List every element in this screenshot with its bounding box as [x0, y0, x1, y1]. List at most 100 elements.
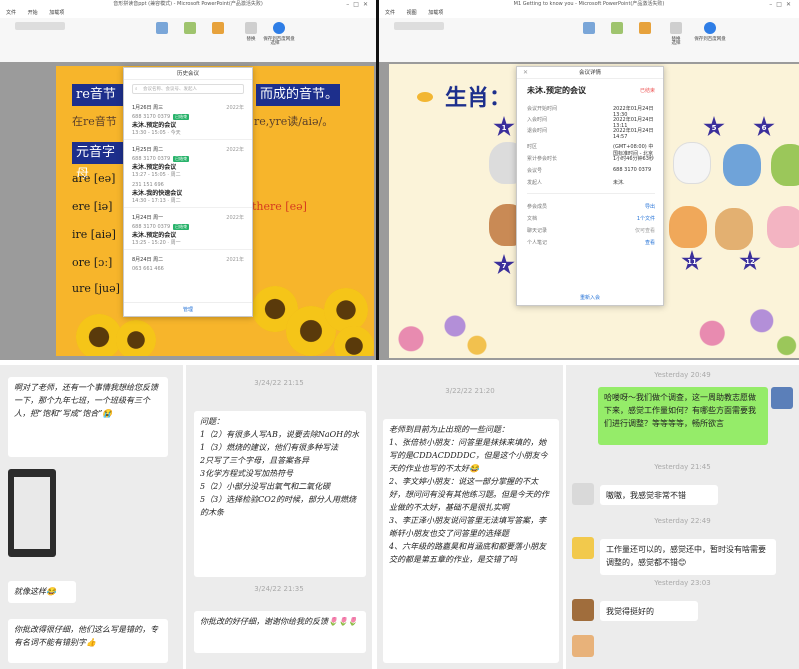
meeting-item[interactable]: 063 661 466 — [132, 266, 244, 272]
star-icon[interactable]: 5 — [703, 116, 725, 137]
meeting-item[interactable]: 688 3170 0379 已结束 未沐.预定的会议 13:25 - 15:20 … — [132, 224, 244, 246]
rabbit-image — [673, 142, 711, 184]
pig-image — [767, 206, 799, 248]
star-icon[interactable]: 6 — [753, 116, 775, 137]
phonics-row: ere [iə] — [72, 200, 113, 213]
detail-row: 会议号 688 3170 0379 — [527, 167, 652, 174]
timestamp: Yesterday 23:03 — [654, 579, 711, 587]
phonics-row: are [eə] — [72, 172, 116, 185]
message-bubble: 我觉得挺好的 — [600, 601, 698, 621]
right-ppt-window: M1 Getting to know you - Microsoft Power… — [379, 0, 799, 360]
star-icon[interactable]: 7 — [493, 254, 515, 275]
ribbon-tabs: 文件 开始 加载项 — [0, 9, 376, 18]
slide-title: 生肖： — [445, 86, 512, 111]
tab-view[interactable]: 视图 — [407, 10, 417, 16]
avatar[interactable] — [572, 483, 594, 505]
ribbon-tools: 替换 选择 保存到百度网盘 — [379, 18, 799, 62]
meeting-item[interactable]: 231 151 696 未沐.我的快速会议 14:30 - 17:13 · 周二 — [132, 182, 244, 204]
detail-row: 会议开始时间 2022年01月24日 13:30 — [527, 106, 654, 118]
ribbon-tabs: 文件 视图 加载项 — [379, 9, 799, 18]
detail-row: 时区 (GMT+08:00) 中国标准时间 - 北京 — [527, 144, 654, 157]
sunflower-image — [334, 326, 374, 356]
baidu-save-button[interactable]: 保存到百度网盘 — [693, 22, 727, 56]
star-icon[interactable]: 1 — [493, 116, 515, 137]
detail-row: 入会时间 2022年01月24日 13:11 — [527, 117, 654, 129]
dog-image — [715, 208, 753, 250]
star-icon[interactable]: 12 — [739, 250, 761, 271]
close-icon[interactable]: ✕ — [523, 69, 528, 76]
rejoin-button[interactable]: 重新入会 — [517, 294, 663, 301]
star-icon[interactable]: 11 — [681, 250, 703, 271]
font-group[interactable] — [389, 22, 449, 56]
window-controls[interactable]: –□✕ — [769, 0, 795, 9]
tab-file[interactable]: 文件 — [6, 10, 16, 16]
quick-styles-button[interactable] — [206, 22, 230, 56]
bee-icon — [417, 92, 433, 102]
history-date-group: 1月24日 周一 2022年 688 3170 0379 已结束 未沐.预定的会议 … — [124, 208, 252, 250]
tab-addins[interactable]: 加载项 — [49, 10, 64, 16]
history-search-input[interactable]: ⌕ 会议名称、会议号、发起人 — [132, 84, 244, 94]
message-bubble: 你批改得很仔细，他们这么写是错的，专有名词不能有错别字👍 — [8, 619, 168, 663]
avatar[interactable] — [771, 387, 793, 409]
ribbon: M1 Getting to know you - Microsoft Power… — [379, 0, 799, 62]
window-controls[interactable]: –□✕ — [346, 0, 372, 9]
meeting-title: 未沐.预定的会议 — [527, 86, 587, 95]
timestamp: Yesterday 20:49 — [654, 371, 711, 379]
dragon-image — [723, 144, 761, 186]
meeting-details-dialog: 会议详情 ✕ 未沐.预定的会议 已结束 会议开始时间 2022年01月24日 13… — [516, 66, 664, 306]
message-bubble: 你批改的好仔细，谢谢你给我的反馈🌷🌷🌷 — [194, 611, 366, 653]
search-icon: ⌕ — [135, 87, 138, 92]
flower-decoration — [389, 294, 499, 358]
message-bubble: 工作量还可以的，感觉还中，暂时没有啥需要调整的，感觉都不错😊 — [600, 539, 776, 575]
slide-heading-right: 而成的音节。 — [256, 84, 340, 106]
section-row[interactable]: 聊天记录 仅可查看 — [527, 227, 655, 235]
timestamp: Yesterday 22:49 — [654, 517, 711, 525]
quick-styles-button[interactable] — [633, 22, 657, 56]
dialog-title: 会议详情 — [517, 67, 663, 79]
avatar[interactable] — [572, 537, 594, 559]
font-group[interactable] — [10, 22, 70, 56]
phonics-example: there [eə] — [252, 200, 307, 213]
chat-panel-3: 3/22/22 21:20 老师到目前为止出现的一些问题： 1、张倍祯小朋友：问… — [377, 365, 563, 669]
detail-row: 累计参会时长 1小时46分钟63秒 — [527, 156, 654, 162]
arrange-button[interactable] — [178, 22, 202, 56]
status-badge: 已结束 — [639, 88, 655, 94]
tab-addins[interactable]: 加载项 — [428, 10, 443, 16]
message-bubble: 嗷嗷，我感觉非常不错 — [600, 485, 718, 505]
section-row[interactable]: 参会成员 导出 — [527, 203, 655, 211]
timestamp: 3/22/22 21:20 — [445, 387, 495, 395]
avatar[interactable] — [572, 599, 594, 621]
avatar[interactable] — [572, 635, 594, 657]
message-bubble: 就像这样😂 — [8, 581, 76, 603]
section-row[interactable]: 个人笔记 查看 — [527, 239, 655, 247]
rooster-image — [669, 206, 707, 248]
detail-row: 发起人 未沐. — [527, 180, 625, 186]
photo-thumbnail[interactable] — [8, 469, 56, 557]
message-bubble: 老师到目前为止出现的一些问题： 1、张倍祯小朋友：问答里是抹抹来填的，她写的是C… — [383, 419, 559, 663]
sunflower-image — [324, 288, 368, 332]
sunflower-image — [116, 320, 156, 356]
shapes-button[interactable] — [577, 22, 601, 56]
left-ppt-window: 音形拼读音ppt (兼容模式) - Microsoft PowerPoint(产… — [0, 0, 376, 360]
slide-line2-right: re,yre读/aiə/。 — [254, 115, 334, 128]
message-bubble-outgoing: 哈喽呀～我们做个调查，这一周助教志愿做下来，感觉工作量如何？有哪些方面需要我们进… — [598, 387, 768, 445]
manage-button[interactable]: 管理 — [124, 302, 252, 316]
divider — [527, 193, 655, 194]
tab-file[interactable]: 文件 — [385, 10, 395, 16]
meeting-item[interactable]: 688 3170 0379 已结束 未沐.预定的会议 13:27 - 15:05 … — [132, 156, 244, 178]
section-row[interactable]: 文档 1个文件 — [527, 215, 655, 223]
timestamp: 3/24/22 21:35 — [254, 585, 304, 593]
dialog-title: 历史会议 — [124, 68, 252, 80]
ribbon-tools: 替换 选择 保存到百度网盘 — [0, 18, 376, 62]
chat-panel-1: 啊对了老师，还有一个事情我想给您反馈一下，那个九年七班，一个班级有三个人，把“饱… — [0, 365, 183, 669]
history-date-group: 1月25日 周二 2022年 688 3170 0379 已结束 未沐.预定的会议 … — [124, 140, 252, 208]
arrange-button[interactable] — [605, 22, 629, 56]
history-date-group: 1月26日 周三 2022年 688 3170 0379 已结束 未沐.预定的会议 … — [124, 98, 252, 140]
tab-home[interactable]: 开始 — [28, 10, 38, 16]
history-date-group: 8月24日 周二 2021年 063 661 466 — [132, 257, 244, 272]
baidu-save-button[interactable]: 保存到百度网盘 — [262, 22, 296, 56]
window-title: M1 Getting to know you - Microsoft Power… — [379, 0, 799, 9]
shapes-button[interactable] — [150, 22, 174, 56]
meeting-item[interactable]: 688 3170 0379 已结束 未沐.预定的会议 13:30 - 15:05 … — [132, 114, 244, 136]
phonics-row: ire [aiə] — [72, 228, 116, 241]
